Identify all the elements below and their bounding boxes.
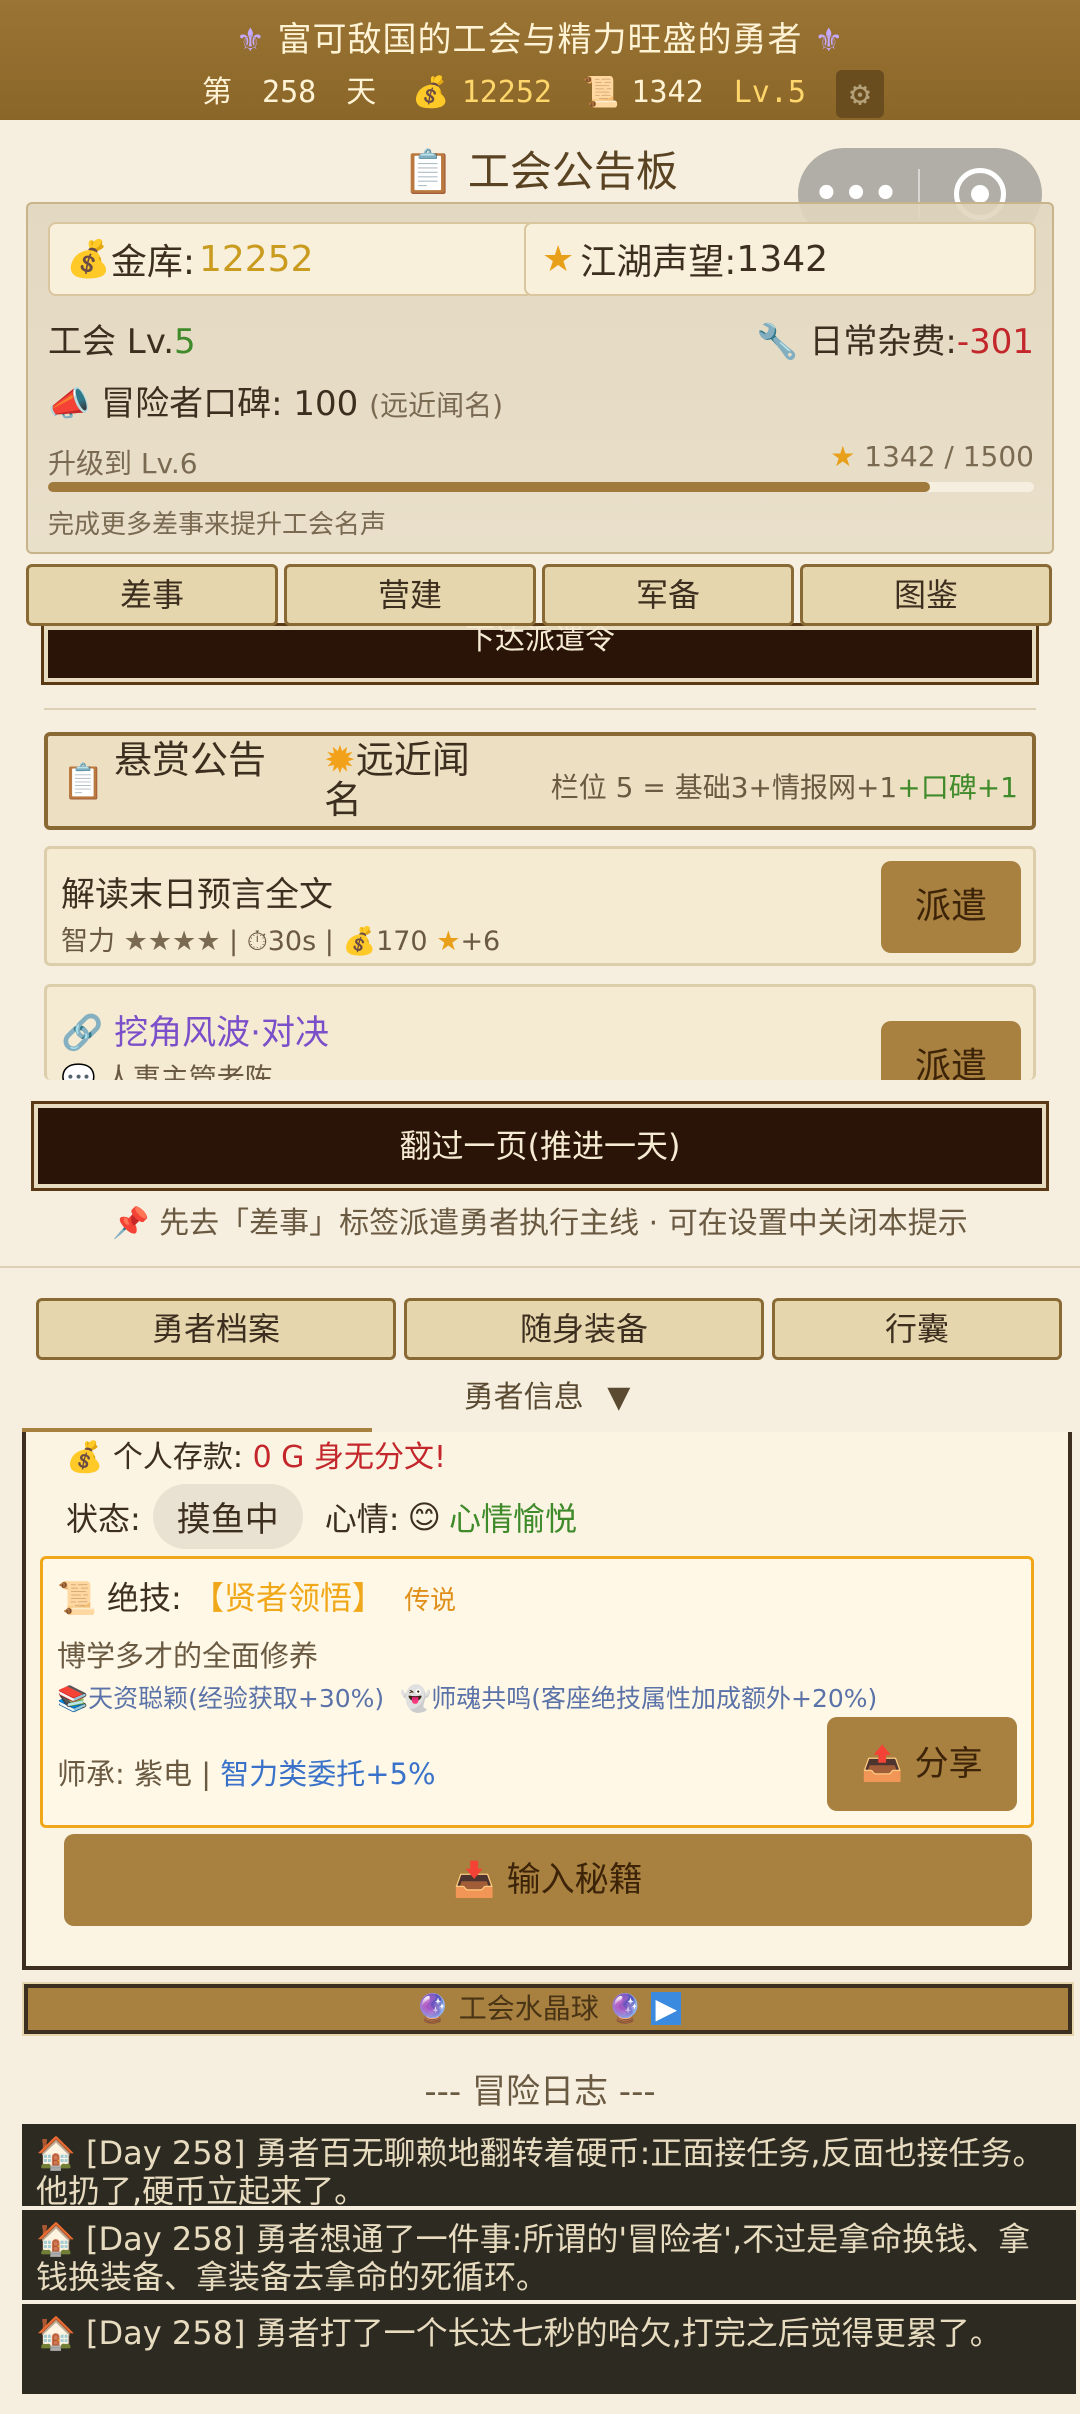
sun-icon: ✹ xyxy=(324,738,356,782)
daily-cost: 🔧 日常杂费:-301 xyxy=(756,322,1034,362)
scroll-icon: 📜 xyxy=(582,75,620,110)
tab-hero-profile[interactable]: 勇者档案 xyxy=(36,1298,396,1360)
quest-card: 🔗 挖角风波·对决 💬 人事主管老陈 派遣 xyxy=(44,984,1036,1080)
gold-value: 12252 xyxy=(461,75,552,110)
house-icon: 🏠 xyxy=(36,2220,76,2258)
bounty-header: 📋 悬赏公告 ✹远近闻名 栏位 5 = 基础3+情报网+1+口碑+1 xyxy=(44,732,1036,830)
status-badge: 摸鱼中 xyxy=(152,1484,303,1549)
money-bag-icon: 💰 xyxy=(66,1440,104,1475)
tab-codex[interactable]: 图鉴 xyxy=(800,564,1052,626)
toggle-accent-line xyxy=(22,1428,372,1432)
guild-board: 💰 金库: 12252 ★ 江湖声望: 1342 工会 Lv.5 🔧 日常杂费:… xyxy=(26,202,1054,554)
quest-name: 🔗 挖角风波·对决 xyxy=(61,1013,329,1053)
section-divider xyxy=(0,1266,1080,1268)
app-title: 富可敌国的工会与精力旺盛的勇者 xyxy=(277,20,803,60)
log-entry: 🏠 [Day 258] 勇者打了一个长达七秒的哈欠,打完之后觉得更累了。 xyxy=(22,2304,1076,2396)
upgrade-progress-bar xyxy=(48,482,1034,492)
log-entry: 🏠 [Day 258] 勇者百无聊赖地翻转着硬币:正面接任务,反面也接任务。他扔… xyxy=(22,2124,1076,2210)
app-header: ⚜ 富可敌国的工会与精力旺盛的勇者 ⚜ 第 258 天 💰 12252 📜 1342… xyxy=(0,0,1080,120)
enter-secret-button[interactable]: 📥 输入秘籍 xyxy=(64,1834,1032,1926)
gear-icon[interactable]: ⚙ xyxy=(836,69,885,118)
section-divider xyxy=(44,708,1036,710)
book-icon: 📚 xyxy=(57,1684,89,1713)
smile-icon: 😊 xyxy=(407,1497,441,1536)
money-bag-icon: 💰 xyxy=(412,75,450,110)
skill-desc: 博学多才的全面修养 xyxy=(57,1639,319,1673)
treasury-pill: 💰 金库: 12252 xyxy=(48,222,534,296)
quest-card: 解读末日预言全文 智力 ★★★★ | ⏱30s | 💰170 ★+6 派遣 xyxy=(44,846,1036,966)
difficulty-stars: ★★★★ xyxy=(123,926,221,957)
savings-row: 💰 个人存款: 0 G 身无分文! xyxy=(66,1440,447,1475)
play-icon: ▶ xyxy=(651,1992,682,2025)
dispatch-button[interactable]: 派遣 xyxy=(881,861,1021,953)
download-icon: 📥 xyxy=(453,1860,496,1900)
bounty-title: 悬赏公告 xyxy=(114,738,267,782)
quest-meta: 智力 ★★★★ | ⏱30s | 💰170 ★+6 xyxy=(61,926,501,957)
share-button[interactable]: 📤 分享 xyxy=(827,1717,1017,1811)
status-row: 状态: 摸鱼中 心情: 😊 心情愉悦 xyxy=(66,1484,577,1549)
upgrade-progress-fill xyxy=(48,482,931,492)
quest-sub: 💬 人事主管老陈 xyxy=(61,1057,273,1080)
upgrade-progress-text: ★ 1342 / 1500 xyxy=(830,440,1034,473)
fleur-icon: ⚜ xyxy=(814,21,844,59)
crystal-ball-icon: 🔮 xyxy=(607,1992,643,2025)
house-icon: 🏠 xyxy=(36,2134,76,2172)
stopwatch-icon: ⏱ xyxy=(246,926,268,957)
quest-name: 解读末日预言全文 xyxy=(61,875,333,915)
bounty-slots: 栏位 5 = 基础3+情报网+1+口碑+1 xyxy=(550,771,1018,804)
wrench-icon: 🔧 xyxy=(756,322,799,362)
skill-box: 📜 绝技: 【贤者领悟】 传说 博学多才的全面修养 📚天资聪颖(经验获取+30%… xyxy=(40,1556,1034,1828)
tab-construction[interactable]: 营建 xyxy=(284,564,536,626)
log-entry: 🏠 [Day 258] 勇者想通了一件事:所谓的'冒险者',不过是拿命换钱、拿钱… xyxy=(22,2210,1076,2302)
megaphone-icon: 📣 xyxy=(48,384,91,424)
star-icon: ★ xyxy=(436,926,461,957)
lineage-row: 师承: 紫电 | 智力类委托+5% xyxy=(57,1757,436,1791)
trait-list: 📚天资聪颖(经验获取+30%) 👻师魂共鸣(客座绝技属性加成额外+20%) xyxy=(57,1684,878,1713)
crystal-ball-icon: 🔮 xyxy=(414,1992,450,2025)
house-icon: 🏠 xyxy=(36,2314,76,2352)
day-counter: 第 258 天 xyxy=(201,75,377,110)
scroll-icon: 📜 xyxy=(57,1579,97,1617)
upload-icon: 📤 xyxy=(861,1744,904,1784)
reputation-value: 1342 xyxy=(631,75,704,110)
fame-pill: ★ 江湖声望: 1342 xyxy=(524,222,1036,296)
bounty-rank: ✹远近闻名 xyxy=(324,738,470,822)
hero-info-label: 勇者信息 xyxy=(463,1380,584,1415)
board-hint: 完成更多差事来提升工会名声 xyxy=(48,510,387,540)
pushpin-icon: 📌 xyxy=(112,1206,150,1241)
adventure-log-title: --- 冒险日志 --- xyxy=(424,2072,656,2112)
hero-info-toggle[interactable]: 勇者信息 ▼ xyxy=(22,1374,1072,1432)
next-day-button[interactable]: 翻过一页(推进一天) xyxy=(31,1101,1049,1191)
crystal-ball-bar[interactable]: 🔮 工会水晶球 🔮 ▶ xyxy=(22,1982,1074,2036)
upgrade-label: 升级到 Lv.6 xyxy=(48,447,198,480)
money-bag-icon: 💰 xyxy=(66,239,111,280)
tab-errands[interactable]: 差事 xyxy=(26,564,278,626)
word-of-mouth: 📣 冒险者口碑: 100 (远近闻名) xyxy=(48,384,503,424)
chevron-down-icon: ▼ xyxy=(607,1380,631,1415)
fame-value: 1342 xyxy=(736,238,829,280)
clipboard-icon: 📋 xyxy=(402,147,455,196)
tab-armament[interactable]: 军备 xyxy=(542,564,794,626)
level-value: Lv.5 xyxy=(733,75,806,110)
tip-text: 📌 先去「差事」标签派遣勇者执行主线 · 可在设置中关闭本提示 xyxy=(112,1206,968,1241)
skill-title: 📜 绝技: 【贤者领悟】 传说 xyxy=(57,1579,457,1617)
tab-backpack[interactable]: 行囊 xyxy=(772,1298,1062,1360)
clipboard-icon: 📋 xyxy=(62,762,105,802)
chat-bubble-icon: 💬 xyxy=(61,1062,96,1080)
treasury-value: 12252 xyxy=(198,238,314,280)
link-icon: 🔗 xyxy=(61,1013,104,1053)
fleur-icon: ⚜ xyxy=(236,21,266,59)
star-icon: ★ xyxy=(830,440,856,473)
dispatch-button[interactable]: 派遣 xyxy=(881,1021,1021,1080)
star-icon: ★ xyxy=(542,238,575,280)
ghost-icon: 👻 xyxy=(400,1684,432,1713)
dispatch-order-banner[interactable]: 下达派遣令 xyxy=(41,623,1039,685)
tab-equipment[interactable]: 随身装备 xyxy=(404,1298,764,1360)
guild-level: 工会 Lv.5 xyxy=(48,322,196,362)
money-bag-icon: 💰 xyxy=(342,926,377,957)
